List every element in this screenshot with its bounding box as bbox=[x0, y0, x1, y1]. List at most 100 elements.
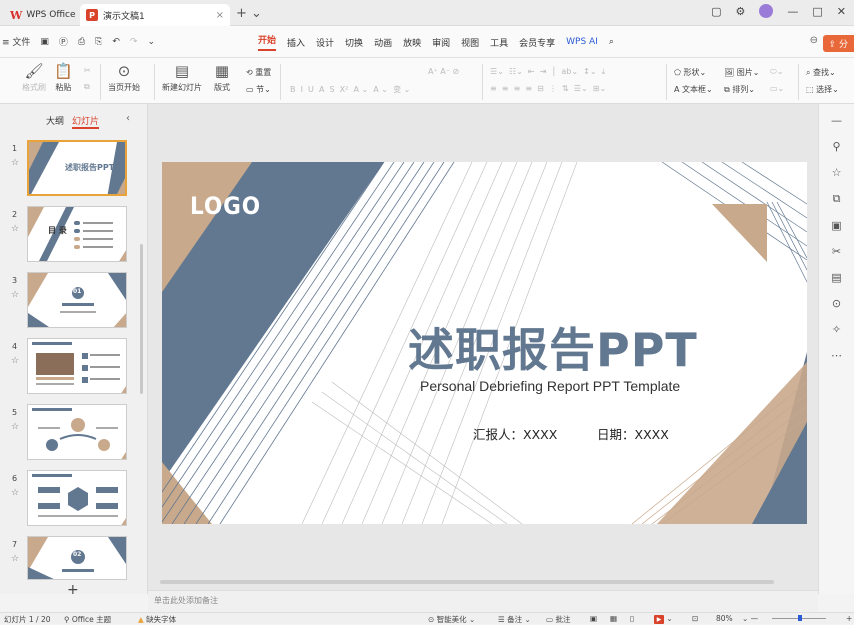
tab-transitions[interactable]: 切换 bbox=[345, 36, 363, 49]
template-icon[interactable]: ⧉ bbox=[833, 192, 841, 206]
help-circle-icon[interactable]: ⊙ bbox=[832, 297, 841, 310]
add-slide-button[interactable]: + bbox=[67, 582, 79, 598]
tab-home[interactable]: 开始 bbox=[258, 33, 277, 51]
normal-view-icon[interactable]: ▣ bbox=[590, 614, 597, 623]
slide-thumbnail-4[interactable] bbox=[27, 338, 127, 394]
layout-icon[interactable]: ▢ bbox=[711, 5, 721, 18]
picture-button[interactable]: 🖼 图片⌄ bbox=[724, 67, 759, 78]
settings-icon[interactable]: ⚙ bbox=[736, 5, 746, 18]
document-tab[interactable]: P 演示文稿1 × bbox=[80, 4, 230, 26]
zoom-out-button[interactable]: ⌄ — bbox=[742, 614, 758, 623]
comments-toggle[interactable]: ▭ 批注 bbox=[546, 614, 570, 625]
outline-icon[interactable]: ▭⌄ bbox=[770, 84, 784, 93]
slide-thumbnail-7[interactable]: 02 bbox=[27, 536, 127, 580]
print-icon[interactable]: ⎙ bbox=[78, 37, 85, 47]
fit-window-icon[interactable]: ⊡ bbox=[692, 614, 698, 623]
star-icon[interactable]: ☆ bbox=[11, 224, 19, 234]
font-size-icons[interactable]: A⁺ A⁻ ⊘ bbox=[428, 67, 459, 76]
date-text[interactable]: 日期：XXXX bbox=[597, 424, 669, 443]
copy-icon[interactable]: ⧉ bbox=[84, 82, 90, 92]
more-icon[interactable]: ⋯ bbox=[831, 349, 842, 362]
slide-subtitle[interactable]: Personal Debriefing Report PPT Template bbox=[420, 378, 680, 394]
redo-icon[interactable]: ↷ bbox=[130, 37, 138, 47]
new-slide-button[interactable]: ▤ 新建幻灯片 bbox=[162, 64, 202, 93]
play-slideshow-button[interactable]: ▶ ⌄ bbox=[654, 614, 673, 624]
slide-thumbnail-3[interactable]: 01 bbox=[27, 272, 127, 328]
play-from-current-button[interactable]: ⊙ 当页开始 bbox=[108, 64, 140, 93]
beautify-button[interactable]: ⊙ 智能美化 ⌄ bbox=[428, 614, 475, 625]
collapse-panel-icon[interactable]: ‹ bbox=[126, 113, 130, 124]
cut-icon[interactable]: ✂ bbox=[84, 66, 91, 75]
search-icon[interactable]: ⌕ bbox=[609, 37, 614, 47]
image-icon[interactable]: ▣ bbox=[831, 219, 841, 232]
help-icon[interactable]: ⊖ bbox=[810, 35, 818, 46]
notes-area[interactable]: 单击此处添加备注 bbox=[148, 590, 818, 612]
sorter-view-icon[interactable]: ▦ bbox=[610, 614, 617, 623]
reading-view-icon[interactable]: ▯ bbox=[630, 614, 634, 623]
tab-design[interactable]: 设计 bbox=[316, 36, 334, 49]
close-window-icon[interactable]: ✕ bbox=[837, 5, 846, 18]
reset-button[interactable]: ⟲ 重置 bbox=[246, 67, 271, 78]
print-preview-icon[interactable]: ⎘ bbox=[95, 37, 102, 47]
favorite-icon[interactable]: ☆ bbox=[832, 166, 842, 179]
star-icon[interactable]: ☆ bbox=[11, 158, 19, 168]
theme-label[interactable]: ⚲ Office 主题 bbox=[64, 614, 111, 625]
font-style-buttons[interactable]: B I U A S X² A ⌄ A ⌄ 变 ⌄ bbox=[290, 84, 410, 95]
close-tab-icon[interactable]: × bbox=[216, 10, 224, 21]
tab-view[interactable]: 视图 bbox=[461, 36, 479, 49]
slide-thumbnail-1[interactable]: 述职报告PPT bbox=[27, 140, 127, 196]
slide-thumbnail-5[interactable] bbox=[27, 404, 127, 460]
textbox-button[interactable]: A 文本框⌄ bbox=[674, 84, 713, 95]
thumbnail-scrollbar[interactable] bbox=[140, 244, 143, 394]
tools-icon[interactable]: ✂ bbox=[832, 245, 841, 258]
tab-review[interactable]: 审阅 bbox=[432, 36, 450, 49]
document-icon[interactable]: ▤ bbox=[831, 271, 841, 284]
tab-wps-ai[interactable]: WPS AI bbox=[566, 37, 598, 47]
tab-tools[interactable]: 工具 bbox=[490, 36, 508, 49]
star-icon[interactable]: ☆ bbox=[11, 290, 19, 300]
tab-slideshow[interactable]: 放映 bbox=[403, 36, 421, 49]
adjust-icon[interactable]: ⚲ bbox=[832, 140, 840, 153]
collapse-icon[interactable]: — bbox=[831, 114, 842, 127]
slide-thumbnail-2[interactable]: 目 录 bbox=[27, 206, 127, 262]
align-buttons[interactable]: ≡ ≡ ≡ ≡ ⊟ ⋮ ⇅ ☰⌄ ⊞⌄ bbox=[490, 84, 606, 93]
save-icon[interactable]: ▣ bbox=[40, 37, 49, 47]
notes-toggle[interactable]: ☰ 备注 ⌄ bbox=[498, 614, 531, 625]
maximize-icon[interactable]: □ bbox=[812, 5, 822, 18]
layout-button[interactable]: ▦ 版式 bbox=[214, 64, 230, 93]
fill-icon[interactable]: ⬭⌄ bbox=[770, 67, 784, 77]
tab-animations[interactable]: 动画 bbox=[374, 36, 392, 49]
paste-button[interactable]: 📋 粘贴 bbox=[54, 64, 73, 93]
format-painter-button[interactable]: 🖌 格式刷 bbox=[22, 64, 46, 93]
magic-icon[interactable]: ✧ bbox=[832, 323, 841, 336]
minimize-icon[interactable]: — bbox=[787, 5, 798, 18]
export-pdf-icon[interactable]: Ⓟ bbox=[59, 35, 68, 48]
star-icon[interactable]: ☆ bbox=[11, 488, 19, 498]
star-icon[interactable]: ☆ bbox=[11, 554, 19, 564]
current-slide[interactable]: LOGO 述职报告PPT Personal Debriefing Report … bbox=[162, 162, 807, 524]
tab-membership[interactable]: 会员专享 bbox=[519, 36, 555, 49]
share-button[interactable]: ⇪ 分 bbox=[822, 35, 854, 52]
horizontal-scrollbar[interactable] bbox=[160, 580, 774, 584]
select-button[interactable]: ⬚ 选择⌄ bbox=[806, 84, 839, 95]
slide-thumbnail-6[interactable] bbox=[27, 470, 127, 526]
list-buttons[interactable]: ☰⌄ ☷⌄ ⇤ ⇥ │ ab⌄ ↕⌄ ⤓ bbox=[490, 67, 605, 77]
file-menu[interactable]: ≡ 文件 bbox=[2, 35, 30, 48]
zoom-in-button[interactable]: + bbox=[846, 614, 852, 623]
shape-button[interactable]: ⬠ 形状⌄ bbox=[674, 67, 706, 78]
arrange-button[interactable]: ⧉ 排列⌄ bbox=[724, 84, 755, 95]
star-icon[interactable]: ☆ bbox=[11, 356, 19, 366]
zoom-slider-handle[interactable] bbox=[798, 615, 802, 621]
tab-insert[interactable]: 插入 bbox=[287, 36, 305, 49]
reporter-text[interactable]: 汇报人：XXXX bbox=[473, 424, 557, 443]
avatar[interactable] bbox=[759, 4, 774, 18]
star-icon[interactable]: ☆ bbox=[11, 422, 19, 432]
find-button[interactable]: ⌕ 查找⌄ bbox=[806, 67, 836, 78]
section-button[interactable]: ▭ 节⌄ bbox=[246, 84, 271, 95]
slide-title[interactable]: 述职报告PPT bbox=[408, 314, 698, 380]
wps-home-tab[interactable]: W WPS Office bbox=[4, 4, 76, 26]
zoom-level[interactable]: 80% bbox=[716, 614, 733, 623]
tab-outline[interactable]: 大纲 bbox=[46, 114, 64, 129]
chevron-down-icon[interactable]: ⌄ bbox=[147, 37, 155, 47]
missing-font-indicator[interactable]: ▲ 缺失字体 bbox=[138, 614, 176, 625]
